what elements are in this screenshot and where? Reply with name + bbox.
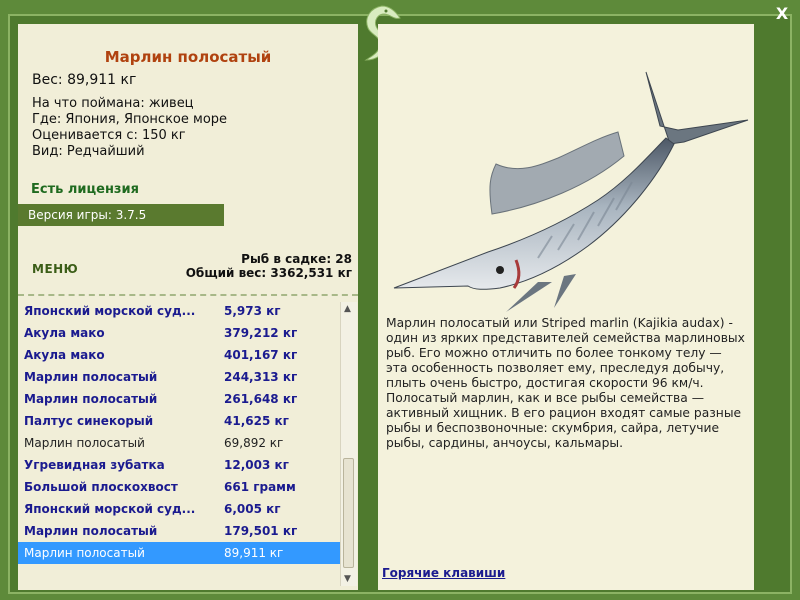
catch-fish-weight: 379,212 кг	[224, 326, 298, 340]
catch-fish-weight: 69,892 кг	[224, 436, 284, 450]
catch-list-row[interactable]: Большой плоскохвост 661 грамм	[18, 476, 340, 498]
catch-list-row[interactable]: Акула мако 379,212 кг	[18, 322, 340, 344]
scroll-down-icon[interactable]: ▼	[344, 574, 351, 584]
fish-valued-from: Оценивается с: 150 кг	[32, 128, 186, 143]
catch-list-scrollbar[interactable]: ▲ ▼	[340, 302, 357, 586]
catch-fish-weight: 41,625 кг	[224, 414, 289, 428]
catch-list-row[interactable]: Марлин полосатый 261,648 кг	[18, 388, 340, 410]
fish-description: Марлин полосатый или Striped marlin (Kaj…	[386, 316, 745, 450]
catch-fish-weight: 261,648 кг	[224, 392, 298, 406]
catch-fish-weight: 244,313 кг	[224, 370, 298, 384]
fish-location: Где: Япония, Японское море	[32, 112, 228, 127]
fish-info-panel: Марлин полосатый Вес: 89,911 кг На что п…	[18, 24, 358, 590]
fish-description-panel: Марлин полосатый или Striped marlin (Kaj…	[378, 24, 754, 590]
divider	[18, 294, 358, 296]
catch-list-row[interactable]: Марлин полосатый 179,501 кг	[18, 520, 340, 542]
catch-list-row[interactable]: Угревидная зубатка 12,003 кг	[18, 454, 340, 476]
catch-fish-name: Палтус синекорый	[24, 414, 154, 428]
fish-rarity: Вид: Редчайший	[32, 144, 145, 159]
catch-fish-name: Японский морской суд...	[24, 502, 196, 516]
game-version: Версия игры: 3.7.5	[18, 204, 224, 226]
catch-fish-name: Марлин полосатый	[24, 436, 145, 450]
catch-list-row[interactable]: Марлин полосатый 69,892 кг	[18, 432, 340, 454]
scroll-thumb[interactable]	[343, 458, 354, 568]
catch-fish-weight: 12,003 кг	[224, 458, 289, 472]
catch-list-row[interactable]: Японский морской суд... 6,005 кг	[18, 498, 340, 520]
hotkeys-link[interactable]: Горячие клавиши	[382, 566, 505, 580]
catch-fish-name: Марлин полосатый	[24, 546, 145, 560]
catch-list-row[interactable]: Марлин полосатый 244,313 кг	[18, 366, 340, 388]
menu-button[interactable]: МЕНЮ	[32, 262, 78, 276]
catch-fish-name: Большой плоскохвост	[24, 480, 178, 494]
catch-list[interactable]: Японский морской суд... 5,973 кг Акула мак…	[18, 300, 340, 590]
catch-fish-weight: 89,911 кг	[224, 546, 284, 560]
scroll-up-icon[interactable]: ▲	[344, 304, 351, 314]
close-button[interactable]: X	[772, 4, 792, 24]
catch-list-row[interactable]: Палтус синекорый 41,625 кг	[18, 410, 340, 432]
catch-fish-name: Марлин полосатый	[24, 370, 158, 384]
catch-fish-name: Японский морской суд...	[24, 304, 196, 318]
catch-list-row[interactable]: Японский морской суд... 5,973 кг	[18, 300, 340, 322]
keepnet-total-weight: Общий вес: 3362,531 кг	[185, 266, 352, 280]
catch-fish-weight: 661 грамм	[224, 480, 296, 494]
catch-list-row[interactable]: Акула мако 401,167 кг	[18, 344, 340, 366]
fish-weight: Вес: 89,911 кг	[32, 72, 137, 88]
fish-title: Марлин полосатый	[104, 48, 272, 66]
catch-list-row[interactable]: Марлин полосатый 89,911 кг	[18, 542, 340, 564]
catch-fish-weight: 6,005 кг	[224, 502, 281, 516]
catch-fish-name: Угревидная зубатка	[24, 458, 165, 472]
marlin-image	[388, 46, 758, 316]
catch-fish-name: Марлин полосатый	[24, 392, 158, 406]
fish-bait: На что поймана: живец	[32, 96, 194, 111]
catch-fish-weight: 179,501 кг	[224, 524, 298, 538]
catch-fish-name: Акула мако	[24, 348, 105, 362]
keepnet-count: Рыб в садке: 28	[241, 252, 352, 266]
catch-fish-name: Марлин полосатый	[24, 524, 158, 538]
catch-fish-weight: 5,973 кг	[224, 304, 281, 318]
catch-fish-name: Акула мако	[24, 326, 105, 340]
catch-fish-weight: 401,167 кг	[224, 348, 298, 362]
license-status: Есть лицензия	[31, 182, 139, 197]
